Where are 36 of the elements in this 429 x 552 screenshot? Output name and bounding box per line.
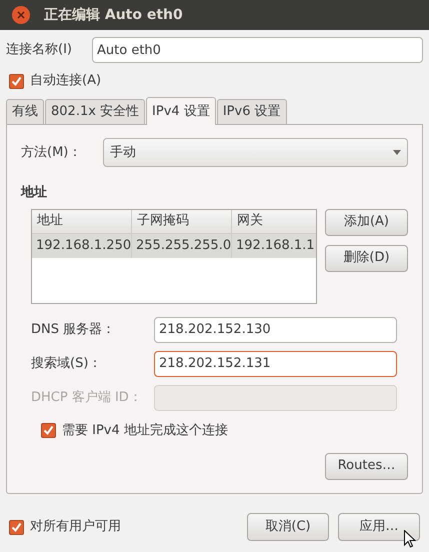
checkbox-label: 需要 IPv4 地址完成这个连接	[62, 422, 228, 440]
close-icon[interactable]	[12, 6, 30, 24]
tab[interactable]: IPv6 设置	[216, 99, 287, 124]
window-title: 正在编辑 Auto eth0	[44, 6, 183, 24]
button[interactable]: 删除(D)	[325, 244, 408, 272]
tab[interactable]: 有线	[6, 99, 44, 124]
section-heading: 地址	[21, 184, 47, 202]
table-cell: 255.255.255.0	[132, 234, 232, 258]
table-cell: 192.168.1.250	[32, 234, 132, 258]
field-label: 搜索域(S)：	[31, 354, 102, 373]
checkbox-label: 自动连接(A)	[30, 72, 102, 90]
field-label: 方法(M)：	[21, 144, 82, 162]
button[interactable]: Routes…	[325, 452, 408, 480]
column-header[interactable]: 网关	[232, 210, 316, 232]
cursor-icon	[404, 530, 416, 548]
field-label: DHCP 客户端 ID：	[31, 388, 143, 407]
method-dropdown[interactable]: 手动	[103, 138, 408, 167]
connection-name-field[interactable]: Auto eth0	[92, 37, 423, 63]
checkbox[interactable]	[9, 520, 24, 534]
checkbox[interactable]	[41, 423, 56, 438]
button[interactable]: 添加(A)	[325, 208, 408, 236]
button[interactable]: 取消(C)	[247, 513, 329, 541]
column-header[interactable]: 地址	[32, 210, 132, 232]
table-cell-text: 192.168.1.1	[235, 236, 316, 255]
input-field[interactable]: 218.202.152.130	[154, 316, 397, 342]
button[interactable]: 应用…	[338, 513, 420, 541]
caret-icon	[393, 150, 401, 155]
tab[interactable]: 802.1x 安全性	[45, 99, 146, 124]
input-field[interactable]: 218.202.152.131	[154, 350, 397, 376]
column-header[interactable]: 子网掩码	[132, 210, 232, 232]
field-label: 连接名称(I)	[6, 41, 73, 60]
table-row[interactable]: 192.168.1.250 255.255.255.0 192.168.1.1	[32, 234, 316, 258]
checkbox[interactable]	[9, 74, 24, 88]
field-label: DNS 服务器：	[31, 320, 116, 339]
checkbox-label: 对所有用户可用	[30, 518, 121, 536]
tab[interactable]: IPv4 设置	[146, 97, 216, 125]
